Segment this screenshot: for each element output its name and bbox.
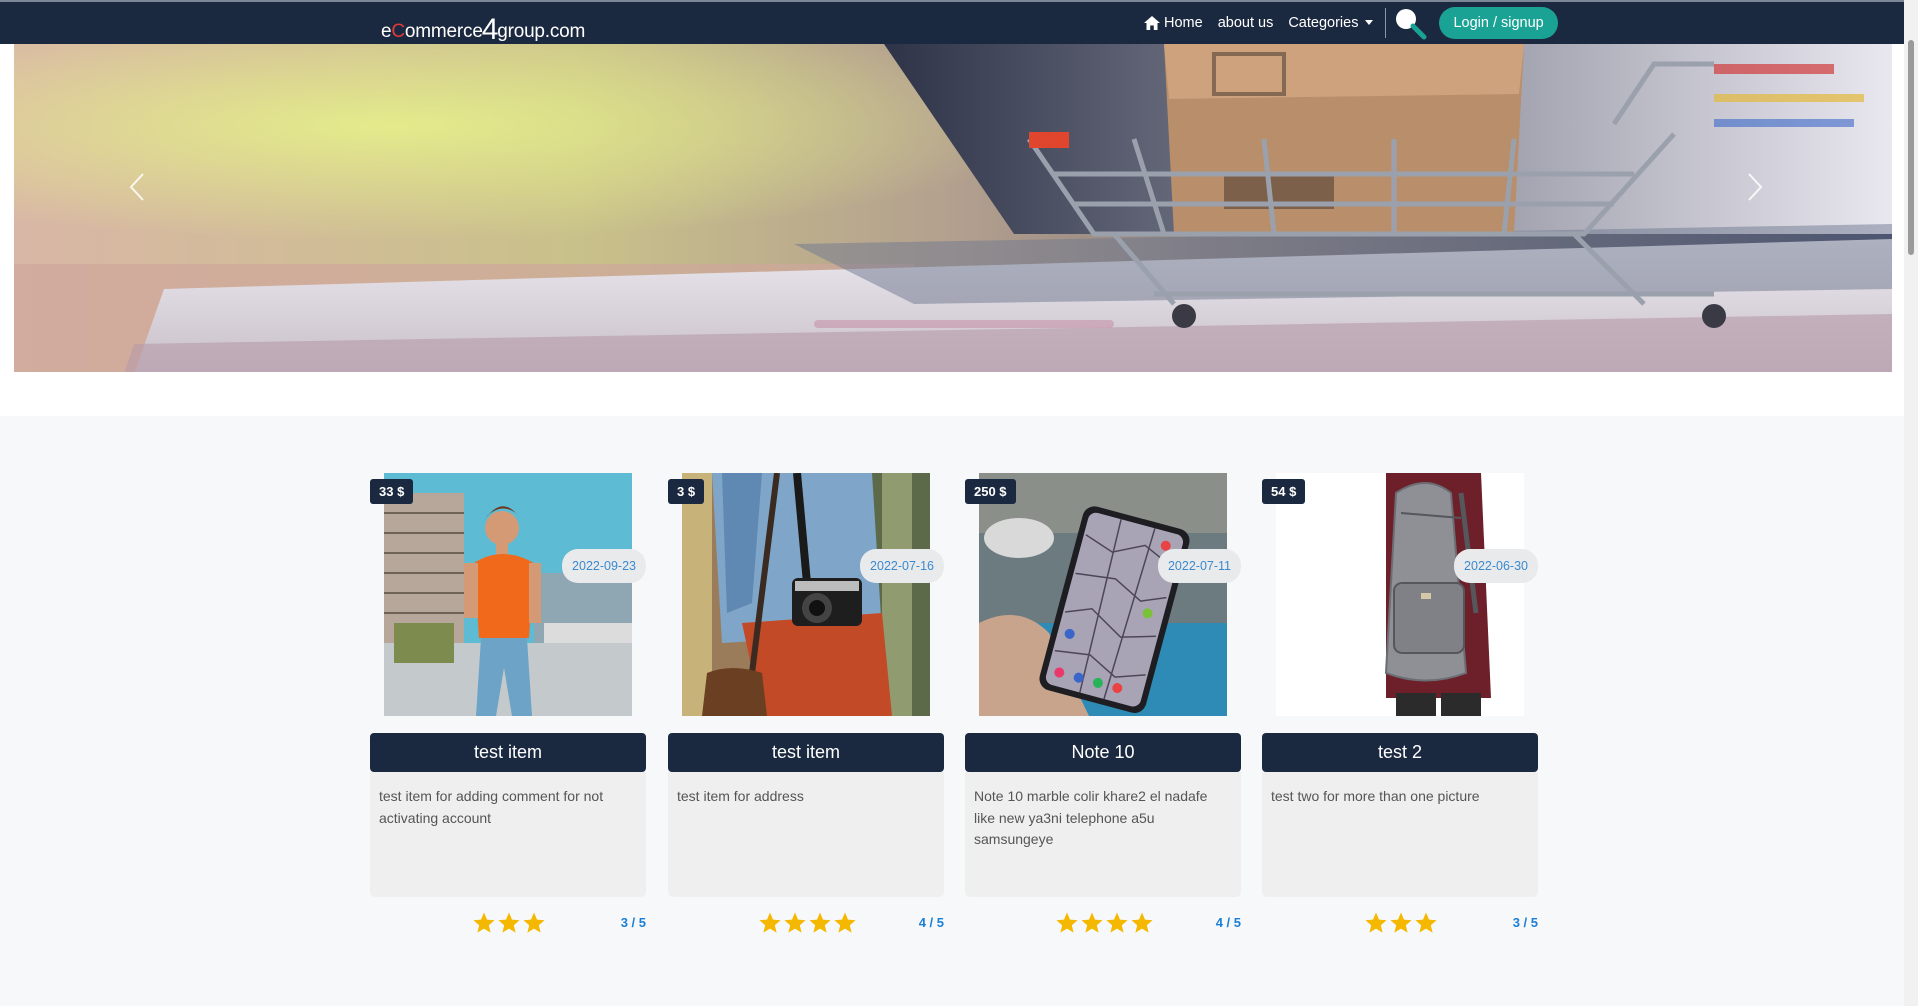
product-image-frame[interactable]: 3 $	[668, 473, 944, 716]
star-icon	[1056, 912, 1078, 933]
star-rating	[1364, 911, 1439, 935]
nav-categories-dropdown[interactable]: Categories	[1288, 15, 1374, 31]
star-icon	[1365, 912, 1387, 933]
star-icon	[834, 912, 856, 933]
product-image[interactable]	[979, 473, 1227, 716]
price-badge: 3 $	[668, 479, 705, 504]
carousel-next-button[interactable]	[1747, 172, 1777, 212]
caret-down-icon	[1365, 19, 1374, 25]
star-icon	[809, 912, 831, 933]
login-signup-button[interactable]: Login / signup	[1439, 7, 1558, 39]
star-icon	[1415, 912, 1437, 933]
star-rating	[758, 911, 858, 935]
price-badge: 250 $	[965, 479, 1016, 504]
carousel-prev-button[interactable]	[129, 172, 159, 212]
product-image-frame[interactable]: 33 $	[370, 473, 646, 716]
star-icon	[523, 912, 545, 933]
star-icon	[473, 912, 495, 933]
product-image-frame[interactable]: 54 $	[1262, 473, 1538, 716]
product-image-frame[interactable]: 250 $	[965, 473, 1241, 716]
hero-carousel	[14, 44, 1892, 372]
product-title-button[interactable]: test 2	[1262, 733, 1538, 772]
product-card[interactable]: 54 $ test 2 test two for more than one p…	[1262, 473, 1538, 941]
brand-part: 4	[481, 13, 499, 46]
nav-home-link[interactable]: Home	[1144, 15, 1203, 31]
rating-row: 4 / 5	[965, 897, 1241, 941]
products-section: 33 $ test item test item for adding comm…	[0, 416, 1904, 1006]
product-image[interactable]	[682, 473, 930, 716]
nav-about-link[interactable]: about us	[1218, 15, 1274, 31]
price-badge: 33 $	[370, 479, 414, 504]
scrollbar-thumb[interactable]	[1908, 40, 1914, 255]
product-image[interactable]	[384, 473, 632, 716]
star-rating	[1055, 911, 1155, 935]
product-description: test two for more than one picture	[1262, 772, 1538, 897]
home-icon	[1144, 16, 1160, 30]
product-description: Note 10 marble colir khare2 el nadafe li…	[965, 772, 1241, 897]
search-icon[interactable]	[1393, 6, 1427, 40]
chevron-left-icon	[129, 173, 144, 201]
star-rating	[472, 911, 547, 935]
star-icon	[1081, 912, 1103, 933]
product-title-button[interactable]: test item	[370, 733, 646, 772]
brand-part: e	[381, 21, 392, 42]
date-badge: 2022-07-16	[860, 549, 944, 583]
price-badge: 54 $	[1262, 479, 1306, 504]
product-title-button[interactable]: Note 10	[965, 733, 1241, 772]
rating-row: 3 / 5	[370, 897, 646, 941]
product-image[interactable]	[1276, 473, 1524, 716]
hero-banner-image	[14, 44, 1892, 372]
nav-divider	[1385, 8, 1387, 38]
star-icon	[784, 912, 806, 933]
product-title-button[interactable]: test item	[668, 733, 944, 772]
rating-score: 3 / 5	[1512, 915, 1538, 930]
star-icon	[1131, 912, 1153, 933]
product-card[interactable]: 250 $ Note 10 Note 10 marble colir khare…	[965, 473, 1241, 941]
rating-score: 3 / 5	[620, 915, 646, 930]
date-badge: 2022-07-11	[1157, 549, 1241, 583]
nav-items: Home about us Categories Login / signup	[1144, 2, 1558, 44]
star-icon	[759, 912, 781, 933]
product-card[interactable]: 3 $ test item test item for address 4 / …	[668, 473, 944, 941]
brand-part: group.com	[497, 21, 586, 42]
nav-about-label: about us	[1217, 15, 1274, 31]
date-badge: 2022-09-23	[562, 549, 646, 583]
rating-row: 4 / 5	[668, 897, 944, 941]
rating-score: 4 / 5	[1215, 915, 1241, 930]
nav-categories-label: Categories	[1288, 15, 1359, 31]
star-icon	[1106, 912, 1128, 933]
brand-part: C	[391, 21, 405, 42]
brand-logo[interactable]: eCommerce4group.com	[381, 11, 586, 46]
star-icon	[498, 912, 520, 933]
date-badge: 2022-06-30	[1454, 549, 1538, 583]
chevron-right-icon	[1748, 173, 1763, 201]
brand-part: ommerce	[404, 21, 483, 42]
product-card[interactable]: 33 $ test item test item for adding comm…	[370, 473, 646, 941]
rating-score: 4 / 5	[918, 915, 944, 930]
product-description: test item for adding comment for not act…	[370, 772, 646, 897]
product-description: test item for address	[668, 772, 944, 897]
rating-row: 3 / 5	[1262, 897, 1538, 941]
nav-home-label: Home	[1164, 15, 1203, 31]
navbar: eCommerce4group.com Home about us Catego…	[0, 0, 1904, 46]
star-icon	[1390, 912, 1412, 933]
page-scrollbar[interactable]	[1904, 0, 1918, 1006]
